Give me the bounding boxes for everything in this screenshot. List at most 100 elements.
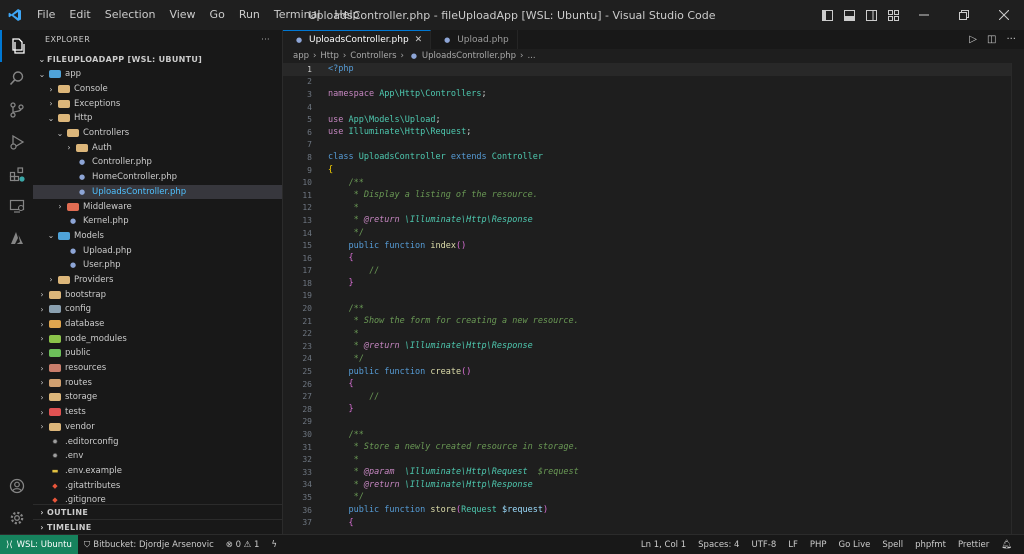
extensions-icon[interactable]	[0, 158, 33, 190]
azure-icon[interactable]	[0, 222, 33, 254]
tree-folder[interactable]: ⌄ Http	[33, 111, 282, 126]
tree-file[interactable]: ● Kernel.php	[33, 214, 282, 229]
run-file-icon[interactable]: ▷	[969, 34, 977, 45]
status-item-utf-8[interactable]: UTF-8	[745, 540, 782, 550]
account-icon[interactable]	[0, 470, 33, 502]
code-line: 16 {	[283, 252, 1024, 265]
tree-folder[interactable]: ⌄ Controllers	[33, 126, 282, 141]
status-item-go-live[interactable]: Go Live	[833, 540, 877, 550]
tree-folder[interactable]: › vendor	[33, 420, 282, 435]
breadcrumb-item[interactable]: app	[293, 51, 309, 61]
breadcrumb-item[interactable]: Controllers	[350, 51, 396, 61]
menu-item-run[interactable]: Run	[232, 0, 267, 30]
line-number: 12	[302, 203, 312, 213]
customize-layout-icon[interactable]	[882, 0, 904, 30]
breadcrumb-item[interactable]: UploadsController.php	[422, 51, 516, 61]
status-item-prettier[interactable]: Prettier	[952, 540, 995, 550]
code-editor[interactable]: 1 <?php 2 3 namespace App\Http\Controllers; 4…	[283, 63, 1024, 534]
explorer-icon[interactable]	[0, 30, 33, 62]
menu-item-go[interactable]: Go	[203, 0, 232, 30]
line-number: 31	[302, 442, 312, 452]
tab-uploads-controller[interactable]: ● UploadsController.php ✕	[283, 30, 432, 49]
tree-file[interactable]: ● HomeController.php	[33, 170, 282, 185]
tab-upload[interactable]: ● Upload.php	[431, 30, 518, 49]
run-debug-icon[interactable]	[0, 126, 33, 158]
tree-folder[interactable]: › config	[33, 302, 282, 317]
tree-folder[interactable]: ⌄ Models	[33, 229, 282, 244]
toggle-secondary-sidebar-icon[interactable]	[860, 0, 882, 30]
lightning-icon[interactable]: ϟ	[265, 540, 283, 550]
more-actions-icon[interactable]: ···	[1006, 34, 1016, 45]
tree-folder[interactable]: › storage	[33, 390, 282, 405]
close-tab-icon[interactable]: ✕	[415, 35, 423, 45]
tree-file[interactable]: ● UploadsController.php	[33, 184, 282, 200]
tree-file[interactable]: ● Upload.php	[33, 243, 282, 258]
chevron-right-icon: ›	[40, 522, 44, 532]
minimap-scrollbar[interactable]	[1011, 63, 1024, 534]
code-text: /**	[328, 177, 364, 188]
status-item-lf[interactable]: LF	[782, 540, 804, 550]
tree-folder[interactable]: ⌄ app	[33, 67, 282, 82]
toggle-primary-sidebar-icon[interactable]	[816, 0, 838, 30]
tree-file[interactable]: ● Controller.php	[33, 155, 282, 170]
notifications-bell-icon[interactable]: 🔔︎	[995, 540, 1018, 550]
settings-gear-icon[interactable]	[0, 502, 33, 534]
breadcrumb-item[interactable]: Http	[320, 51, 338, 61]
menu-item-selection[interactable]: Selection	[98, 0, 163, 30]
outline-section[interactable]: › OUTLINE	[33, 504, 282, 519]
tree-folder[interactable]: › tests	[33, 405, 282, 420]
menu-item-help[interactable]: Help	[327, 0, 366, 30]
search-icon[interactable]	[0, 62, 33, 94]
tree-folder[interactable]: › public	[33, 346, 282, 361]
tree-folder[interactable]: › Middleware	[33, 199, 282, 214]
tree-folder[interactable]: › Exceptions	[33, 96, 282, 111]
menu-item-terminal[interactable]: Terminal	[267, 0, 328, 30]
tree-folder[interactable]: › node_modules	[33, 331, 282, 346]
tree-folder[interactable]: › bootstrap	[33, 287, 282, 302]
tree-file[interactable]: ● User.php	[33, 258, 282, 273]
timeline-section[interactable]: › TIMELINE	[33, 519, 282, 534]
file-tree: ⌄ app › Console › Exceptions ⌄ Http ⌄ Controllers…	[33, 67, 282, 508]
code-line: 25 public function create()	[283, 365, 1024, 378]
tree-file[interactable]: ✹ .editorconfig	[33, 434, 282, 449]
menu-item-edit[interactable]: Edit	[62, 0, 97, 30]
tree-folder[interactable]: › resources	[33, 361, 282, 376]
tree-file[interactable]: ✹ .env	[33, 449, 282, 464]
tree-folder[interactable]: › database	[33, 317, 282, 332]
workspace-root[interactable]: ⌄ FILEUPLOADAPP [WSL: UBUNTU]	[33, 51, 282, 67]
tree-file[interactable]: ◆ .gitattributes	[33, 478, 282, 493]
line-number: 20	[302, 304, 312, 314]
more-actions-icon[interactable]: ···	[261, 35, 270, 49]
menu-item-file[interactable]: File	[30, 0, 62, 30]
status-item-php[interactable]: PHP	[804, 540, 833, 550]
remote-indicator[interactable]: ⟩⟨ WSL: Ubuntu	[0, 535, 78, 554]
source-control-icon[interactable]	[0, 94, 33, 126]
code-text: class UploadsController extends Controll…	[328, 152, 543, 163]
bitbucket-account[interactable]: ⛉ Bitbucket: Djordje Arsenovic	[78, 540, 220, 550]
split-editor-icon[interactable]: ◫	[987, 34, 996, 45]
tree-folder[interactable]: › Console	[33, 82, 282, 97]
tree-folder[interactable]: › Providers	[33, 273, 282, 288]
code-line: 6 use Illuminate\Http\Request;	[283, 126, 1024, 139]
status-item-ln-1-col-1[interactable]: Ln 1, Col 1	[635, 540, 692, 550]
chevron-right-icon: ›	[67, 143, 71, 153]
close-window-icon[interactable]	[984, 0, 1024, 30]
line-number: 32	[302, 455, 312, 465]
line-number: 5	[307, 115, 312, 125]
tree-file[interactable]: ▬ .env.example	[33, 464, 282, 479]
menu-item-view[interactable]: View	[162, 0, 202, 30]
breadcrumb-item[interactable]: ...	[527, 51, 535, 61]
status-item-spell[interactable]: Spell	[876, 540, 909, 550]
code-line: 21 * Show the form for creating a new re…	[283, 315, 1024, 328]
status-item-phpfmt[interactable]: phpfmt	[909, 540, 952, 550]
tree-folder[interactable]: › Auth	[33, 140, 282, 155]
restore-icon[interactable]	[944, 0, 984, 30]
minimize-icon[interactable]	[904, 0, 944, 30]
problems-indicator[interactable]: ⊗ 0 ⚠ 1	[220, 540, 266, 550]
status-item-spaces-4[interactable]: Spaces: 4	[692, 540, 745, 550]
explorer-title: EXPLORER	[45, 35, 91, 44]
remote-explorer-icon[interactable]	[0, 190, 33, 222]
toggle-panel-icon[interactable]	[838, 0, 860, 30]
code-text: <?php	[328, 64, 354, 75]
tree-folder[interactable]: › routes	[33, 375, 282, 390]
